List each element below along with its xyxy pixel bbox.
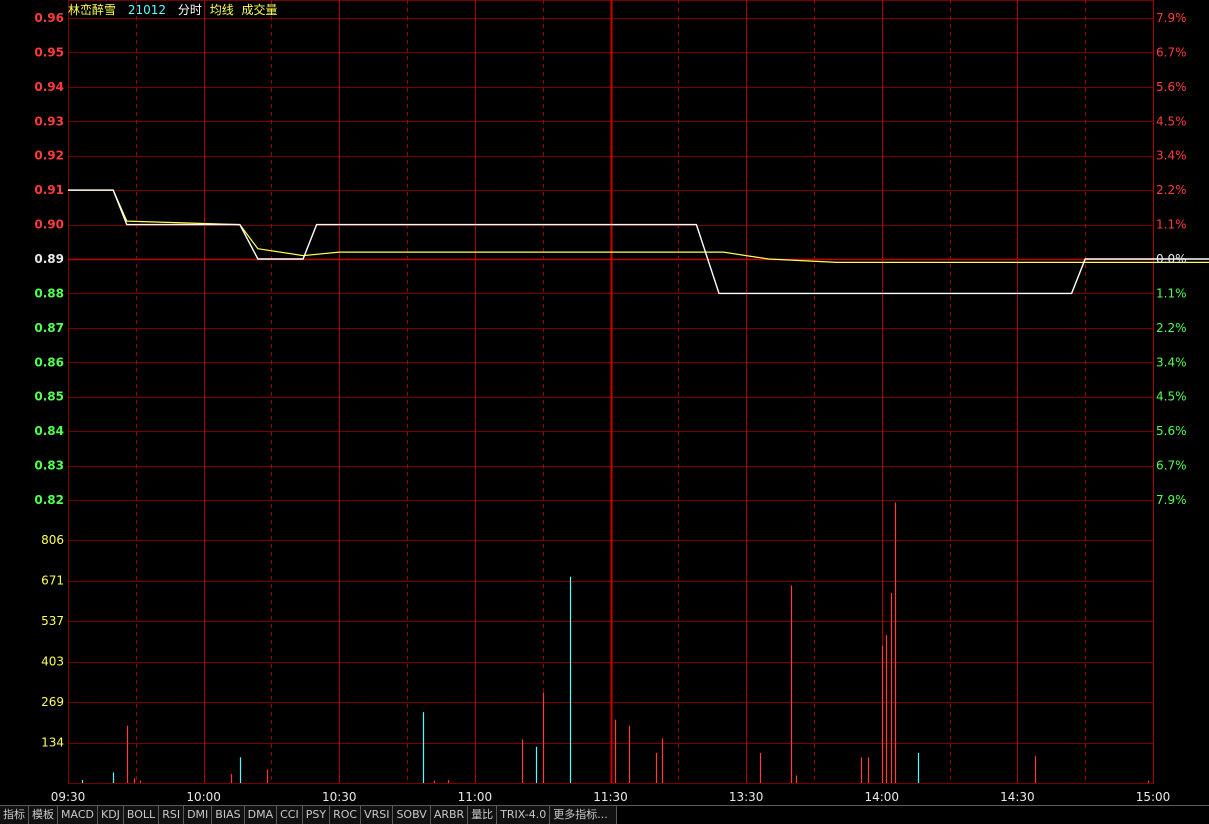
percent-tick-label: 2.2% bbox=[1156, 183, 1187, 197]
indicator-tab[interactable]: 量比 bbox=[468, 806, 498, 824]
indicator-tab[interactable]: DMA bbox=[244, 806, 278, 824]
percent-tick-label: 2.2% bbox=[1156, 321, 1187, 335]
price-axis-left: 0.96 0.95 0.94 0.93 0.92 0.91 0.90 0.89 0.88 0.87… bbox=[34, 11, 64, 507]
price-lines bbox=[68, 189, 1209, 295]
average-price-line bbox=[68, 189, 1209, 263]
volume-tick-label: 806 bbox=[41, 533, 64, 547]
time-tick-label: 10:00 bbox=[186, 790, 221, 804]
price-tick-label: 0.94 bbox=[34, 80, 64, 94]
time-axis: 09:30 10:00 10:30 11:00 11:30 13:30 14:00 14:30… bbox=[51, 790, 1171, 804]
volume-axis: 806 671 537 403 269 134 bbox=[41, 533, 64, 750]
legend-item-avg: 均线 bbox=[209, 3, 234, 17]
chart-grid bbox=[68, 0, 1154, 784]
percent-tick-label: 3.4% bbox=[1156, 149, 1187, 163]
volume-tick-label: 671 bbox=[41, 574, 64, 588]
indicator-tab[interactable]: BOLL bbox=[123, 806, 160, 824]
percent-tick-label: 0.0% bbox=[1156, 252, 1187, 266]
price-tick-label: 0.90 bbox=[34, 218, 64, 232]
indicator-tab[interactable]: PSY bbox=[302, 806, 331, 824]
percent-tick-label: 6.7% bbox=[1156, 459, 1187, 473]
time-tick-label: 10:30 bbox=[322, 790, 357, 804]
volume-tick-label: 403 bbox=[41, 655, 64, 669]
indicator-tab[interactable]: 指标 bbox=[0, 806, 29, 824]
indicator-tab[interactable]: ROC bbox=[330, 806, 362, 824]
indicator-tab[interactable]: 更多指标... bbox=[550, 806, 617, 824]
indicator-tab[interactable]: MACD bbox=[58, 806, 98, 824]
percent-tick-label: 4.5% bbox=[1156, 390, 1187, 404]
time-tick-label: 14:30 bbox=[1000, 790, 1035, 804]
intraday-price-line bbox=[68, 189, 1209, 295]
price-tick-label: 0.91 bbox=[34, 183, 64, 197]
time-tick-label: 15:00 bbox=[1136, 790, 1171, 804]
stock-code: 21012 bbox=[127, 3, 167, 17]
time-tick-label: 11:00 bbox=[458, 790, 493, 804]
price-tick-label: 0.88 bbox=[34, 286, 64, 300]
legend-item-volume: 成交量 bbox=[241, 3, 278, 17]
price-tick-label: 0.92 bbox=[34, 149, 64, 163]
percent-tick-label: 6.7% bbox=[1156, 45, 1187, 59]
indicator-tab[interactable]: TRIX-4.0 bbox=[497, 806, 551, 824]
volume-tick-label: 269 bbox=[41, 695, 64, 709]
percent-axis-right: 7.9% 6.7% 5.6% 4.5% 3.4% 2.2% 1.1% 0.0% 1.1% 2.2%… bbox=[1156, 11, 1187, 507]
price-tick-label: 0.83 bbox=[34, 459, 64, 473]
percent-tick-label: 5.6% bbox=[1156, 424, 1187, 438]
stock-name: 林峦醉雪 bbox=[68, 3, 117, 17]
price-tick-label: 0.82 bbox=[34, 493, 64, 507]
volume-tick-label: 537 bbox=[41, 614, 64, 628]
price-tick-label: 0.86 bbox=[34, 355, 64, 369]
indicator-tab[interactable]: KDJ bbox=[97, 806, 124, 824]
indicator-tab[interactable]: CCI bbox=[277, 806, 303, 824]
price-tick-label: 0.87 bbox=[34, 321, 64, 335]
time-tick-label: 11:30 bbox=[593, 790, 628, 804]
time-tick-label: 09:30 bbox=[51, 790, 86, 804]
time-tick-label: 13:30 bbox=[729, 790, 764, 804]
indicator-tab[interactable]: SOBV bbox=[393, 806, 431, 824]
time-tick-label: 14:00 bbox=[864, 790, 899, 804]
percent-tick-label: 4.5% bbox=[1156, 114, 1187, 128]
volume-tick-label: 134 bbox=[41, 736, 64, 750]
indicator-tab[interactable]: VRSI bbox=[361, 806, 394, 824]
price-tick-label: 0.93 bbox=[34, 114, 64, 128]
percent-tick-label: 1.1% bbox=[1156, 218, 1187, 232]
indicator-tab[interactable]: BIAS bbox=[212, 806, 245, 824]
price-tick-label: 0.95 bbox=[34, 45, 64, 59]
percent-tick-label: 7.9% bbox=[1156, 11, 1187, 25]
price-tick-label: 0.85 bbox=[34, 390, 64, 404]
intraday-chart[interactable]: 0.96 0.95 0.94 0.93 0.92 0.91 0.90 0.89 0.88 0.87… bbox=[0, 0, 1209, 805]
percent-tick-label: 5.6% bbox=[1156, 80, 1187, 94]
price-tick-label: 0.84 bbox=[34, 424, 64, 438]
percent-tick-label: 3.4% bbox=[1156, 355, 1187, 369]
percent-tick-label: 7.9% bbox=[1156, 493, 1187, 507]
indicator-tab[interactable]: ARBR bbox=[430, 806, 469, 824]
chart-legend: 林峦醉雪 21012 分时 均线 成交量 bbox=[68, 2, 286, 18]
indicator-tab[interactable]: DMI bbox=[184, 806, 213, 824]
percent-tick-label: 1.1% bbox=[1156, 286, 1187, 300]
indicator-tab-bar: 指标 模板 MACD KDJ BOLL RSI DMI BIAS DMA CCI PSY ROC VRS… bbox=[0, 805, 1209, 824]
indicator-tab[interactable]: RSI bbox=[159, 806, 185, 824]
price-tick-label: 0.89 bbox=[34, 252, 64, 266]
indicator-tab[interactable]: 模板 bbox=[29, 806, 58, 824]
legend-item-intraday: 分时 bbox=[177, 3, 202, 17]
volume-bars bbox=[81, 502, 1150, 783]
price-tick-label: 0.96 bbox=[34, 11, 64, 25]
